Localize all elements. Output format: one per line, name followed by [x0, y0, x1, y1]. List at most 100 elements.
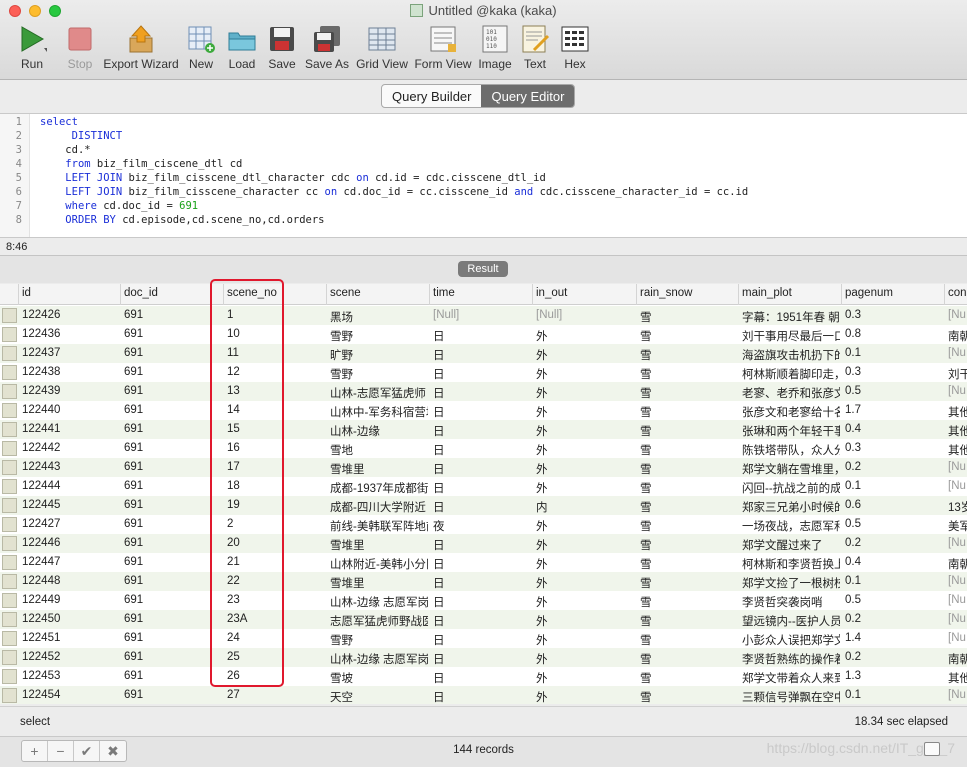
- cell-pagenum[interactable]: 1.3: [845, 670, 943, 682]
- cell-rain_snow[interactable]: 雪: [640, 328, 738, 344]
- cell-main_plot[interactable]: 郑学文醒过来了: [742, 537, 840, 553]
- cell-id[interactable]: 122448: [22, 575, 117, 587]
- column-header-main_plot[interactable]: main_plot: [742, 287, 792, 299]
- toolbar-save-as-button[interactable]: Save As: [304, 24, 350, 74]
- cell-con[interactable]: [Nu: [948, 480, 967, 492]
- table-row[interactable]: 122453 691 26 雪坡日外雪郑学文带着众人来到 1.3 其他: [0, 667, 967, 686]
- cell-in_out[interactable]: 外: [536, 651, 634, 667]
- row-selector[interactable]: [2, 517, 17, 532]
- cell-id[interactable]: 122450: [22, 613, 117, 625]
- cell-time[interactable]: 日: [433, 632, 531, 648]
- cell-time[interactable]: 日: [433, 347, 531, 363]
- cell-scene[interactable]: 旷野: [330, 347, 428, 363]
- cell-con[interactable]: 南朝: [948, 328, 967, 344]
- cell-main_plot[interactable]: 刘干事用尽最后一口: [742, 328, 840, 344]
- cell-pagenum[interactable]: 0.3: [845, 309, 943, 321]
- cell-con[interactable]: [Nu: [948, 632, 967, 644]
- toolbar-export-button[interactable]: Export Wizard: [103, 24, 179, 74]
- cell-doc_id[interactable]: 691: [124, 480, 219, 492]
- cell-rain_snow[interactable]: 雪: [640, 613, 738, 629]
- cell-id[interactable]: 122449: [22, 594, 117, 606]
- table-row[interactable]: 122454 691 27 天空日外雪三颗信号弹飘在空中 0.1 [Nu: [0, 686, 967, 704]
- cell-rain_snow[interactable]: 雪: [640, 651, 738, 667]
- cell-time[interactable]: 日: [433, 689, 531, 704]
- cell-scene[interactable]: 山林-边缘 志愿军岗: [330, 594, 428, 610]
- cell-scene[interactable]: 山林-边缘 志愿军岗: [330, 651, 428, 667]
- column-header-rain_snow[interactable]: rain_snow: [640, 287, 692, 299]
- cell-con[interactable]: [Nu: [948, 689, 967, 701]
- cell-main_plot[interactable]: 郑家三兄弟小时候的: [742, 499, 840, 515]
- toolbar-stop-button[interactable]: Stop: [63, 24, 97, 74]
- column-separator[interactable]: [841, 284, 842, 305]
- cell-in_out[interactable]: 外: [536, 385, 634, 401]
- cell-time[interactable]: 日: [433, 651, 531, 667]
- cell-in_out[interactable]: 外: [536, 575, 634, 591]
- cell-doc_id[interactable]: 691: [124, 594, 219, 606]
- toolbar-grid-view-button[interactable]: Grid View: [355, 24, 409, 74]
- cell-main_plot[interactable]: 李贤哲熟练的操作着: [742, 651, 840, 667]
- cell-doc_id[interactable]: 691: [124, 347, 219, 359]
- cell-scene[interactable]: 成都-四川大学附近: [330, 499, 428, 515]
- cell-time[interactable]: 夜: [433, 518, 531, 534]
- column-header-id[interactable]: id: [22, 287, 31, 299]
- cell-in_out[interactable]: 外: [536, 442, 634, 458]
- cell-rain_snow[interactable]: 雪: [640, 309, 738, 325]
- cell-doc_id[interactable]: 691: [124, 366, 219, 378]
- cell-in_out[interactable]: 外: [536, 423, 634, 439]
- table-row[interactable]: 122426 691 1 黑场 [Null] [Null] 雪字幕：1951年春 朝 0.3[…: [0, 306, 967, 325]
- cell-rain_snow[interactable]: 雪: [640, 537, 738, 553]
- row-selector[interactable]: [2, 688, 17, 703]
- cell-doc_id[interactable]: 691: [124, 689, 219, 701]
- cell-in_out[interactable]: 外: [536, 404, 634, 420]
- column-header-pagenum[interactable]: pagenum: [845, 287, 893, 299]
- cell-pagenum[interactable]: 0.8: [845, 328, 943, 340]
- cell-scene[interactable]: 雪坡: [330, 670, 428, 686]
- row-selector[interactable]: [2, 403, 17, 418]
- cell-id[interactable]: 122451: [22, 632, 117, 644]
- row-selector[interactable]: [2, 650, 17, 665]
- table-row[interactable]: 122438 691 12 雪野日外雪柯林斯顺着脚印走， 0.3 刘干: [0, 363, 967, 382]
- toolbar-run-button[interactable]: Run: [13, 24, 51, 74]
- cell-pagenum[interactable]: 0.1: [845, 480, 943, 492]
- cell-time[interactable]: 日: [433, 575, 531, 591]
- table-row[interactable]: 122452 691 25 山林-边缘 志愿军岗日外雪李贤哲熟练的操作着 0.2 南朝: [0, 648, 967, 667]
- row-selector[interactable]: [2, 327, 17, 342]
- cell-doc_id[interactable]: 691: [124, 499, 219, 511]
- sql-editor[interactable]: 1 2 3 4 5 6 7 8 select DISTINCT cd.* fro…: [0, 113, 967, 238]
- cell-time[interactable]: 日: [433, 594, 531, 610]
- toolbar-form-view-button[interactable]: Form View: [414, 24, 472, 74]
- row-selector[interactable]: [2, 460, 17, 475]
- cell-id[interactable]: 122438: [22, 366, 117, 378]
- cell-main_plot[interactable]: 小彭众人误把郑学文: [742, 632, 840, 648]
- row-selector[interactable]: [2, 365, 17, 380]
- cell-rain_snow[interactable]: 雪: [640, 632, 738, 648]
- cell-pagenum[interactable]: 0.1: [845, 575, 943, 587]
- cell-doc_id[interactable]: 691: [124, 404, 219, 416]
- table-row[interactable]: 122451 691 24 雪野日外雪小彭众人误把郑学文 1.4 [Nu: [0, 629, 967, 648]
- cell-in_out[interactable]: 外: [536, 594, 634, 610]
- cell-pagenum[interactable]: 0.1: [845, 689, 943, 701]
- table-row[interactable]: 122446 691 20 雪堆里日外雪郑学文醒过来了 0.2 [Nu: [0, 534, 967, 553]
- cell-scene[interactable]: 山林-边缘: [330, 423, 428, 439]
- cell-pagenum[interactable]: 0.6: [845, 499, 943, 511]
- column-header-in_out[interactable]: in_out: [536, 287, 567, 299]
- cell-rain_snow[interactable]: 雪: [640, 385, 738, 401]
- cell-rain_snow[interactable]: 雪: [640, 423, 738, 439]
- cell-pagenum[interactable]: 1.7: [845, 404, 943, 416]
- cell-scene[interactable]: 前线-美韩联军阵地前: [330, 518, 428, 534]
- cell-time[interactable]: 日: [433, 328, 531, 344]
- tab-query-builder[interactable]: Query Builder: [382, 85, 481, 107]
- table-row[interactable]: 122450 691 23A 志愿军猛虎师野战医日外雪望远镜内--医护人员 0.2 [Nu: [0, 610, 967, 629]
- row-selector[interactable]: [2, 384, 17, 399]
- cell-id[interactable]: 122426: [22, 309, 117, 321]
- cell-con[interactable]: [Nu: [948, 613, 967, 625]
- cell-doc_id[interactable]: 691: [124, 537, 219, 549]
- cell-pagenum[interactable]: 0.5: [845, 518, 943, 530]
- cell-main_plot[interactable]: 李贤哲突袭岗哨: [742, 594, 840, 610]
- cell-rain_snow[interactable]: 雪: [640, 366, 738, 382]
- cell-scene[interactable]: 雪野: [330, 632, 428, 648]
- cell-id[interactable]: 122436: [22, 328, 117, 340]
- cell-con[interactable]: [Nu: [948, 309, 967, 321]
- cell-rain_snow[interactable]: 雪: [640, 556, 738, 572]
- cell-id[interactable]: 122440: [22, 404, 117, 416]
